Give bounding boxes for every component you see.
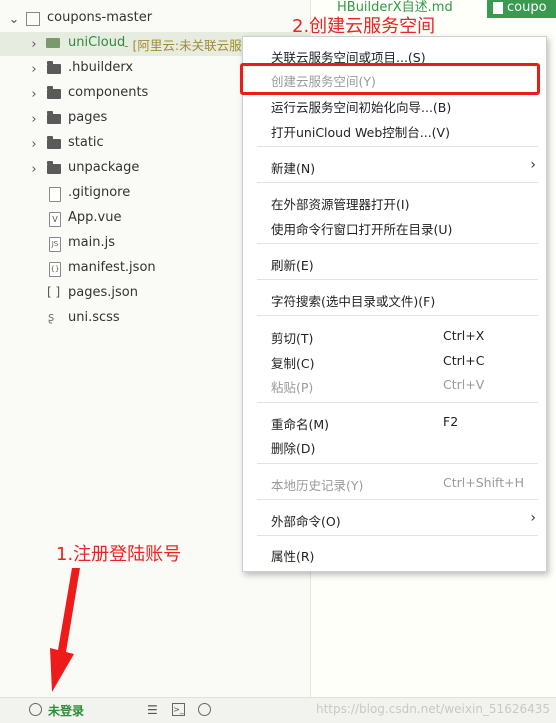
menu-item-external-commands[interactable]: 外部命令(O) › bbox=[243, 507, 546, 531]
menu-item-open-in-terminal[interactable]: 使用命令行窗口打开所在目录(U) bbox=[243, 215, 546, 239]
menu-item-delete[interactable]: 删除(D) bbox=[243, 434, 546, 458]
folder-icon bbox=[47, 161, 61, 174]
tree-item-suffix: - [阿里云:未关联云服务 bbox=[124, 38, 255, 53]
tree-item-label: uniCloud bbox=[68, 35, 126, 50]
menu-item-rename[interactable]: 重命名(M) F2 bbox=[243, 410, 546, 434]
menu-separator bbox=[257, 279, 538, 280]
menu-item-cut[interactable]: 剪切(T) Ctrl+X bbox=[243, 324, 546, 348]
folder-icon bbox=[47, 136, 61, 149]
tree-item-label: static bbox=[68, 135, 104, 150]
user-icon[interactable] bbox=[29, 703, 42, 716]
menu-separator bbox=[257, 315, 538, 316]
menu-separator bbox=[257, 182, 538, 183]
tree-item-label: pages bbox=[68, 110, 108, 125]
menu-item-open-web-console[interactable]: 打开uniCloud Web控制台...(V) bbox=[243, 118, 546, 142]
watermark: https://blog.csdn.net/weixin_51626435 bbox=[315, 702, 550, 716]
tree-item-label: uni.scss bbox=[68, 310, 120, 325]
tree-item-label: .gitignore bbox=[68, 185, 131, 200]
tree-root[interactable]: ⌄ coupons-master bbox=[0, 7, 310, 31]
cloud-folder-icon bbox=[46, 38, 60, 48]
menu-item-init-wizard[interactable]: 运行云服务空间初始化向导...(B) bbox=[243, 93, 546, 117]
list-icon[interactable]: ☰ bbox=[147, 703, 160, 717]
menu-item-copy[interactable]: 复制(C) Ctrl+C bbox=[243, 349, 546, 373]
chevron-right-icon: › bbox=[530, 510, 536, 526]
tab-active[interactable]: coupo bbox=[487, 0, 556, 18]
menu-separator bbox=[257, 243, 538, 244]
menu-item-new[interactable]: 新建(N) › bbox=[243, 154, 546, 178]
status-bar: 未登录 ☰ >_ https://blog.csdn.net/weixin_51… bbox=[0, 697, 556, 723]
annotation-step1: 1.注册登陆账号 bbox=[56, 544, 182, 565]
globe-icon[interactable] bbox=[198, 703, 211, 716]
tree-item-label: manifest.json bbox=[68, 260, 156, 275]
tree-item-label: components bbox=[68, 85, 149, 100]
annotation-step2: 2.创建云服务空间 bbox=[292, 16, 436, 37]
json-file-icon: {} bbox=[49, 262, 61, 277]
chevron-right-icon[interactable]: › bbox=[26, 107, 42, 131]
menu-separator bbox=[257, 463, 538, 464]
chevron-right-icon[interactable]: › bbox=[26, 132, 42, 156]
login-status[interactable]: 未登录 bbox=[48, 702, 84, 719]
chevron-right-icon[interactable]: › bbox=[26, 157, 42, 181]
folder-icon bbox=[47, 111, 61, 124]
tree-item-label: main.js bbox=[68, 235, 115, 250]
chevron-right-icon[interactable]: › bbox=[26, 82, 42, 106]
menu-separator bbox=[257, 535, 538, 536]
context-menu: 关联云服务空间或项目...(S) 创建云服务空间(Y) 运行云服务空间初始化向导… bbox=[242, 36, 547, 572]
menu-item-local-history[interactable]: 本地历史记录(Y) Ctrl+Shift+H bbox=[243, 471, 546, 495]
js-file-icon: JS bbox=[49, 237, 61, 252]
menu-separator bbox=[257, 402, 538, 403]
folder-icon bbox=[47, 86, 61, 99]
project-name: coupons-master bbox=[47, 10, 153, 25]
file-icon bbox=[493, 2, 503, 14]
arrow-down-icon bbox=[50, 568, 80, 692]
menu-separator bbox=[257, 146, 538, 147]
menu-separator bbox=[257, 499, 538, 500]
file-icon bbox=[49, 187, 61, 202]
menu-item-refresh[interactable]: 刷新(E) bbox=[243, 251, 546, 275]
chevron-right-icon[interactable]: › bbox=[26, 32, 42, 56]
folder-icon bbox=[47, 61, 61, 74]
menu-item-paste[interactable]: 粘贴(P) Ctrl+V bbox=[243, 373, 546, 397]
project-icon bbox=[26, 12, 40, 26]
highlight-create-cloud-space bbox=[240, 63, 540, 95]
tree-item-label: .hbuilderx bbox=[68, 60, 134, 75]
tree-item-label: App.vue bbox=[68, 210, 122, 225]
vue-file-icon: V bbox=[49, 212, 61, 227]
chevron-right-icon[interactable]: › bbox=[26, 57, 42, 81]
menu-item-properties[interactable]: 属性(R) bbox=[243, 542, 546, 566]
terminal-icon[interactable]: >_ bbox=[172, 703, 185, 716]
chevron-right-icon: › bbox=[530, 157, 536, 173]
chevron-down-icon[interactable]: ⌄ bbox=[6, 7, 22, 31]
menu-item-open-in-explorer[interactable]: 在外部资源管理器打开(I) bbox=[243, 190, 546, 214]
tab-label: coupo bbox=[507, 0, 547, 15]
tree-item-label: unpackage bbox=[68, 160, 140, 175]
scss-file-icon: ʂ bbox=[48, 310, 55, 324]
menu-item-search[interactable]: 字符搜索(选中目录或文件)(F) bbox=[243, 287, 546, 311]
brackets-file-icon: [ ] bbox=[47, 285, 61, 299]
tree-item-label: pages.json bbox=[68, 285, 138, 300]
